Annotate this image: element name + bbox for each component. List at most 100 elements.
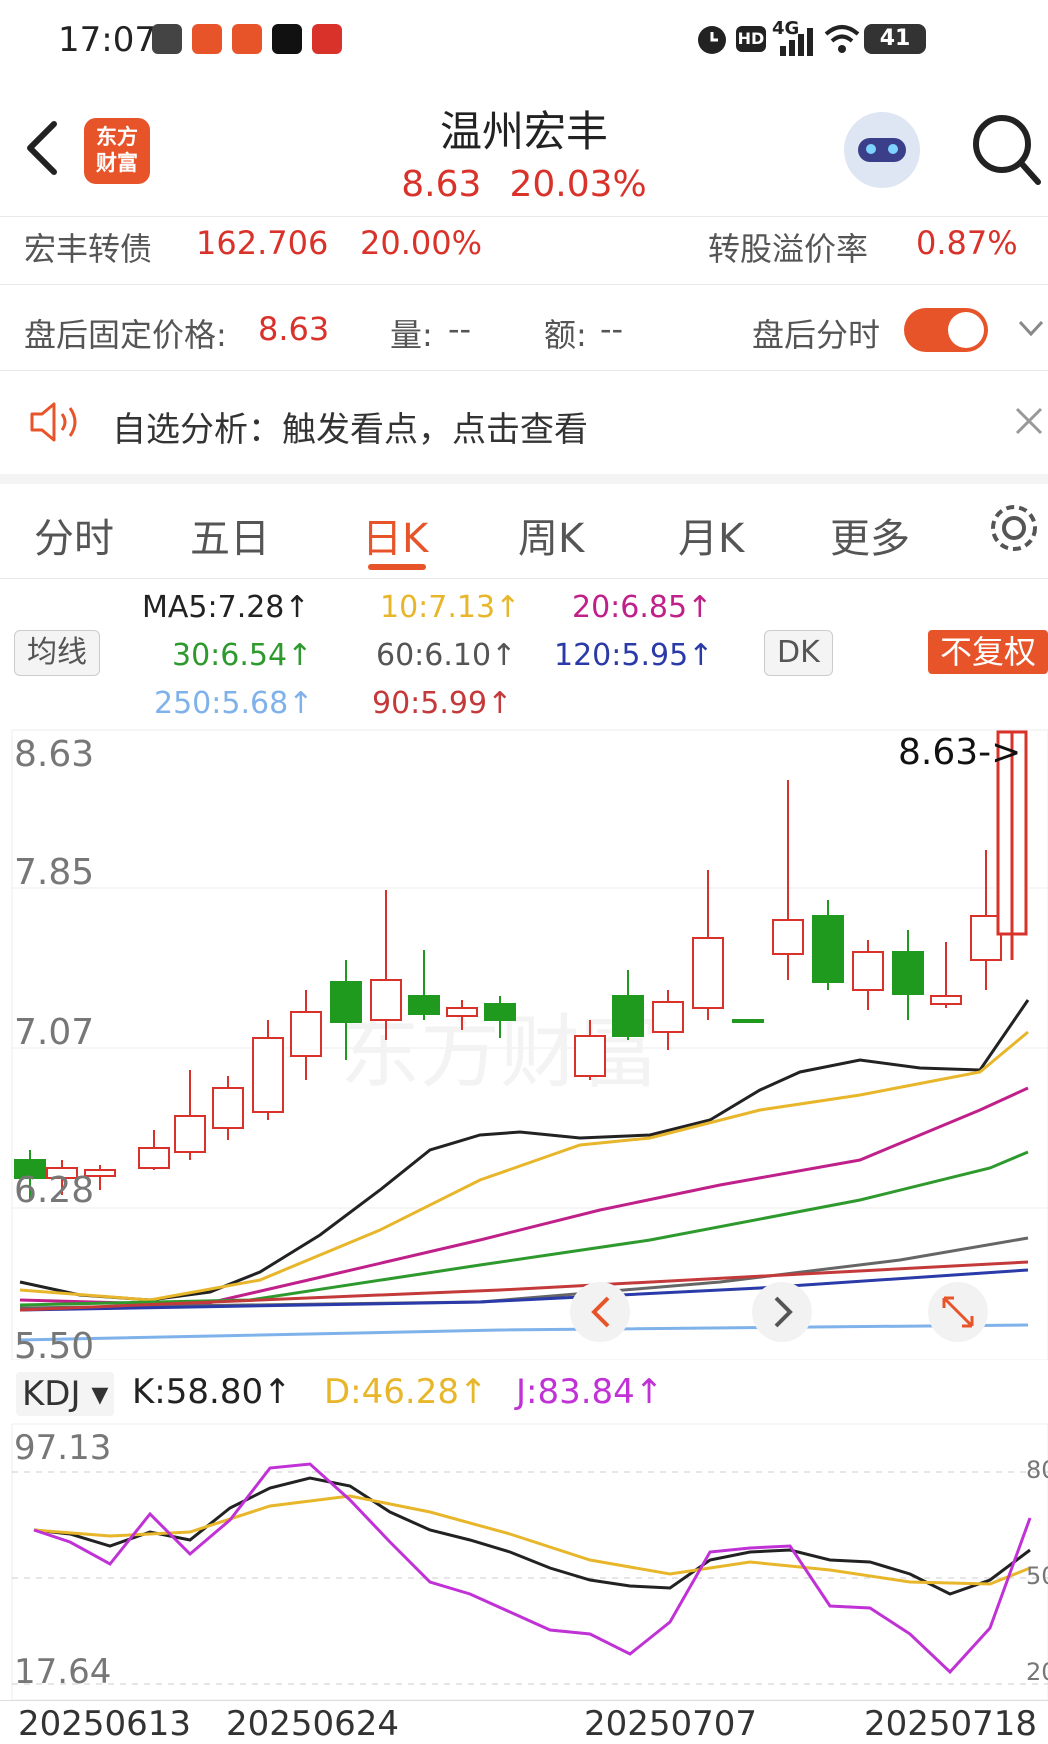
candle-body [732,1019,764,1023]
price-axis-label: 5.50 [14,1326,95,1367]
bond-name[interactable]: 宏丰转债 [24,224,152,270]
candle-body [174,1115,206,1153]
no-adjust-button[interactable]: 不复权 [928,630,1048,674]
ma-settings-chip[interactable]: 均线 [14,630,100,676]
after-hours-toggle[interactable] [904,308,988,352]
price-axis-label: 6.28 [14,1170,95,1211]
candle-body [408,995,440,1015]
price-axis-label: 7.85 [14,852,95,893]
candle-body [692,937,724,1009]
after-hours-label: 盘后固定价格: [24,316,227,354]
candle-body [252,1037,284,1113]
volume-label: 量: [390,316,433,354]
app-notification-icon [152,24,182,54]
candle-body [612,995,644,1037]
ma30-value: 30:6.54↑ [172,638,313,673]
candle-body [290,1011,322,1057]
app-notification-icon [312,24,342,54]
candle-body [930,995,962,1005]
price-axis-label: 8.63 [14,734,95,775]
candle-body [212,1087,244,1129]
battery-indicator: 41 [864,24,926,54]
stock-change-pct: 20.03% [509,164,647,205]
volume-value: -- [448,310,472,348]
date-axis-line [0,1700,1048,1701]
indicator-selector[interactable]: KDJ ▾ [16,1372,115,1416]
date-label: 20250718 [864,1704,1038,1744]
app-notification-icon [192,24,222,54]
settings-gear-icon[interactable] [986,500,1042,556]
date-label: 20250613 [18,1704,192,1744]
candle-body [772,919,804,955]
divider [0,216,1048,217]
tab-more[interactable]: 更多 [830,506,910,564]
ma90-line [19,1260,1029,1312]
signal-icon [780,28,813,56]
kdj-chart[interactable] [0,1422,1048,1702]
amount-value: -- [600,310,624,348]
kdj-d-value: D:46.28↑ [324,1372,488,1412]
notice-text[interactable]: 自选分析：触发看点，点击查看 [112,402,588,451]
close-icon[interactable] [1014,406,1044,436]
divider [0,578,1048,579]
candle-body [446,1007,478,1017]
divider [0,370,1048,371]
candle-body [652,1001,684,1033]
ma5-value: MA5:7.28↑ [142,590,310,625]
app-notification-icon [232,24,262,54]
candle-body [370,979,402,1021]
candle-body [852,951,884,991]
ma250-line [19,1323,1029,1342]
kdj-right-80: 80 [1026,1456,1048,1484]
kdj-j-value: J:83.84↑ [516,1372,664,1412]
ma60-value: 60:6.10↑ [376,638,517,673]
status-time: 17:07 [58,20,156,60]
kdj-j-line [33,1462,1032,1675]
after-hours-price: 8.63 [258,310,330,348]
kdj-k-value: K:58.80↑ [132,1372,292,1412]
date-label: 20250707 [584,1704,758,1744]
speaker-icon [30,402,77,442]
ma90-value: 90:5.99↑ [372,686,513,721]
tab-daily-k[interactable]: 日K [362,506,428,564]
kdj-right-50: 50 [1026,1562,1048,1590]
candle-body [892,951,924,995]
tab-five-day[interactable]: 五日 [190,506,270,564]
kdj-axis-top: 97.13 [14,1428,112,1468]
candles [14,730,1028,1200]
chevron-down-icon[interactable] [1016,316,1046,340]
tab-monthly-k[interactable]: 月K [678,506,744,564]
candle-body [812,915,844,983]
robot-assistant-icon[interactable] [844,112,920,188]
dk-chip[interactable]: DK [764,630,833,676]
ma10-value: 10:7.13↑ [380,590,521,625]
ma20-value: 20:6.85↑ [572,590,713,625]
premium-value: 0.87% [916,224,1018,262]
hd-icon: HD [736,26,766,52]
status-bar: 17:07 HD 4G 41 [0,0,1048,80]
candle-body [138,1147,170,1169]
alarm-icon [698,26,726,54]
bond-price: 162.706 [196,224,329,262]
ma250-value: 250:5.68↑ [154,686,314,721]
stock-price: 8.63 [401,164,482,205]
ma120-value: 120:5.95↑ [554,638,714,673]
premium-label: 转股溢价率 [708,230,869,268]
after-hours-chart-label: 盘后分时 [752,316,881,354]
tab-weekly-k[interactable]: 周K [518,506,584,564]
last-price-tag: 8.63-> [898,732,1022,773]
candle-body [484,1003,516,1021]
tab-intraday[interactable]: 分时 [34,506,114,564]
wifi-icon [824,25,860,53]
amount-label: 额: [544,316,587,354]
candlestick-chart[interactable]: 东方财富 [0,720,1048,1360]
candle-body [574,1035,606,1077]
tiktok-icon [272,24,302,54]
divider [0,284,1048,285]
kdj-axis-bottom: 17.64 [14,1652,112,1692]
divider [0,474,1048,484]
scroll-right-button [752,1282,812,1342]
date-label: 20250624 [226,1704,400,1744]
kdj-frame [11,1423,1048,1701]
search-icon[interactable] [970,112,1042,188]
